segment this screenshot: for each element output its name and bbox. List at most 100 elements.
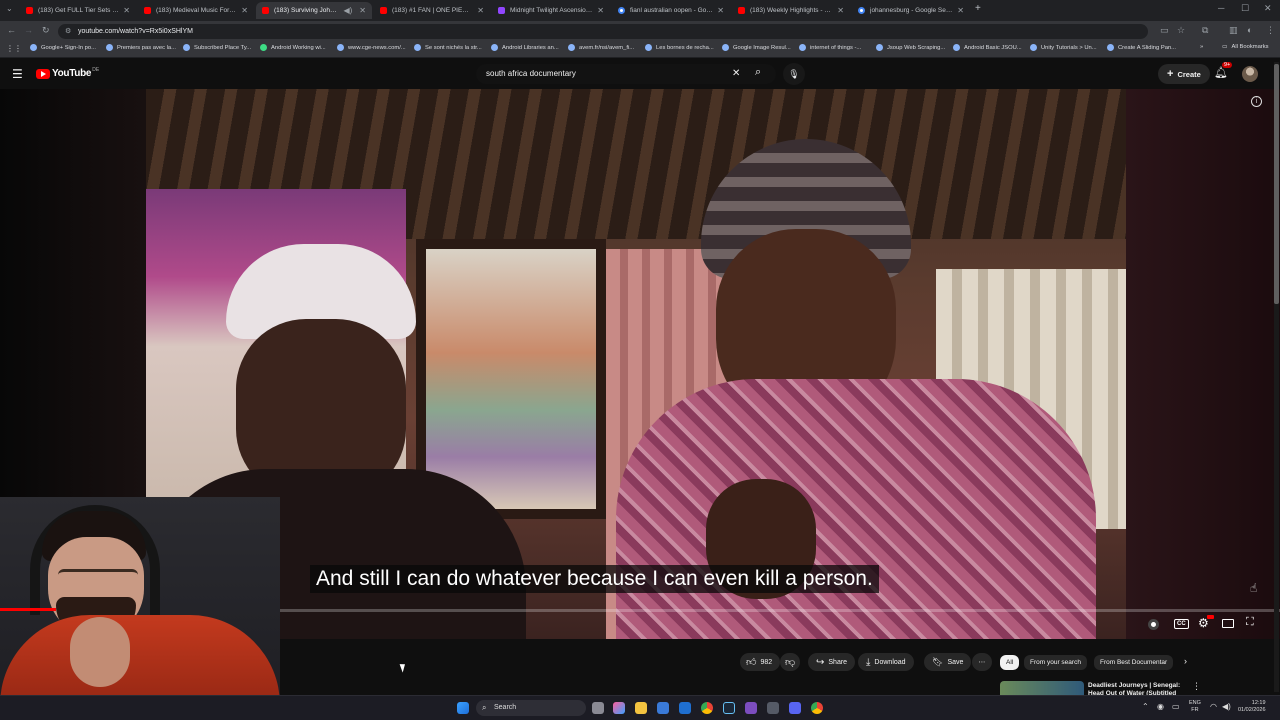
bookmark-item[interactable]: internet of things -... bbox=[799, 44, 861, 51]
bookmark-item[interactable]: Google Image Resul... bbox=[722, 44, 791, 51]
file-explorer-icon[interactable] bbox=[635, 702, 647, 714]
windows-start-icon[interactable] bbox=[457, 702, 469, 714]
chrome-alt-icon[interactable] bbox=[811, 702, 823, 714]
autoplay-toggle-icon[interactable] bbox=[1148, 619, 1159, 630]
browser-tab[interactable]: (183) #1 FAN | ONE PIECE | Rea ✕ bbox=[374, 2, 490, 19]
bookmark-item[interactable]: Subscribed Place Ty... bbox=[183, 44, 251, 51]
new-tab-button[interactable]: + bbox=[975, 3, 981, 14]
browser-menu-icon[interactable]: ⋮ bbox=[1266, 25, 1275, 36]
tab-close-icon[interactable]: ✕ bbox=[241, 6, 248, 15]
more-actions-button[interactable]: ⋯ bbox=[972, 653, 992, 671]
tab-close-icon[interactable]: ✕ bbox=[359, 6, 366, 15]
bookmark-item[interactable]: Android Basic JSOU... bbox=[953, 44, 1022, 51]
back-icon[interactable]: ← bbox=[7, 25, 16, 35]
tab-audio-icon[interactable]: ◀) bbox=[343, 6, 352, 15]
window-minimize-button[interactable]: ─ bbox=[1218, 3, 1224, 13]
theater-mode-icon[interactable] bbox=[1222, 619, 1234, 628]
search-input[interactable]: south africa documentary ✕ bbox=[476, 64, 776, 84]
bookmark-star-icon[interactable]: ☆ bbox=[1177, 25, 1185, 36]
video-info-icon[interactable]: i bbox=[1251, 96, 1262, 107]
bookmark-item[interactable]: Android Working wi... bbox=[260, 44, 326, 51]
download-button[interactable]: ⤓ Download bbox=[858, 653, 914, 671]
chip-all[interactable]: All bbox=[1000, 655, 1020, 670]
apps-icon[interactable]: ⋮⋮ bbox=[6, 44, 22, 53]
bookmark-item[interactable]: Android Libraries an... bbox=[491, 44, 559, 51]
browser-tab[interactable]: (183) Medieval Music For Focus ✕ bbox=[138, 2, 254, 19]
chips-next-icon[interactable]: › bbox=[1184, 656, 1187, 666]
tray-overflow-icon[interactable]: ⌃ bbox=[1142, 702, 1149, 711]
bookmark-item[interactable]: Unity Tutorials > Un... bbox=[1030, 44, 1097, 51]
store-icon[interactable] bbox=[657, 702, 669, 714]
share-button[interactable]: ↪ Share bbox=[808, 653, 856, 671]
voice-search-icon[interactable]: 🎙︎ bbox=[783, 63, 805, 85]
hamburger-menu-icon[interactable]: ☰ bbox=[12, 67, 23, 81]
clear-search-icon[interactable]: ✕ bbox=[732, 64, 740, 84]
save-button[interactable]: 🔖︎ Save bbox=[924, 653, 972, 671]
tab-close-icon[interactable]: ✕ bbox=[597, 6, 604, 15]
all-bookmarks-button[interactable]: ▭ All Bookmarks bbox=[1222, 44, 1269, 50]
bookmarks-overflow-icon[interactable]: » bbox=[1200, 44, 1203, 50]
avatar[interactable] bbox=[1242, 66, 1258, 82]
create-button[interactable]: + Create bbox=[1158, 64, 1210, 84]
address-bar[interactable]: ⚙ youtube.com/watch?v=Rx5i0xSHlYM bbox=[58, 24, 1148, 39]
bookmark-item[interactable]: Jsoup Web Scraping... bbox=[876, 44, 945, 51]
steam-icon[interactable] bbox=[723, 702, 735, 714]
profile-icon[interactable]: ◐ bbox=[1247, 25, 1252, 35]
window-close-button[interactable]: ✕ bbox=[1264, 3, 1272, 14]
browser-tab-active[interactable]: (183) Surviving Johannesb ◀) ✕ bbox=[256, 2, 372, 19]
discord-icon[interactable] bbox=[789, 702, 801, 714]
chip-from-best-documentaries[interactable]: From Best Documentar bbox=[1094, 655, 1174, 670]
visual-studio-icon[interactable] bbox=[745, 702, 757, 714]
tab-close-icon[interactable]: ✕ bbox=[123, 6, 130, 15]
bookmark-item[interactable]: www.cge-news.com/... bbox=[337, 44, 406, 51]
browser-tab[interactable]: fianl australian oopen - Google ✕ bbox=[612, 2, 730, 19]
forward-icon[interactable]: → bbox=[24, 25, 33, 35]
sidebar-icon[interactable]: ▥ bbox=[1229, 25, 1238, 36]
cast-icon[interactable]: ▭ bbox=[1160, 25, 1169, 36]
tray-drive-icon[interactable]: ▭ bbox=[1172, 702, 1180, 711]
recommended-thumbnail[interactable] bbox=[1000, 681, 1084, 695]
recommended-more-icon[interactable]: ⋮ bbox=[1192, 681, 1201, 692]
bookmark-item[interactable]: avem.fr/nsi/avem_fi... bbox=[568, 44, 634, 51]
taskbar-search[interactable]: ⌕ Search bbox=[476, 700, 586, 716]
page-scrollbar[interactable] bbox=[1274, 62, 1279, 692]
page-scrollbar-thumb[interactable] bbox=[1274, 64, 1279, 304]
dislike-button[interactable]: 👎︎ bbox=[780, 653, 801, 671]
app-icon[interactable] bbox=[767, 702, 779, 714]
youtube-logo[interactable]: YouTube DE bbox=[36, 67, 99, 79]
window-maximize-button[interactable]: ☐ bbox=[1241, 3, 1249, 14]
browser-tab[interactable]: (183) Weekly Highlights - Highl ✕ bbox=[732, 2, 850, 19]
recommended-title[interactable]: Deadliest Journeys | Senegal: Head Out o… bbox=[1088, 682, 1184, 695]
outlook-icon[interactable] bbox=[679, 702, 691, 714]
bookmark-item[interactable]: Se sont nichés la str... bbox=[414, 44, 482, 51]
bookmark-item[interactable]: Les bornes de recha... bbox=[645, 44, 714, 51]
tab-title: (183) Medieval Music For Focus bbox=[156, 7, 237, 14]
tab-close-icon[interactable]: ✕ bbox=[837, 6, 844, 15]
browser-tab[interactable]: Midnight Twilight Ascension Pe ✕ bbox=[492, 2, 610, 19]
like-button[interactable]: 👍︎ 982 bbox=[740, 653, 781, 671]
wifi-icon[interactable]: ◠ bbox=[1210, 702, 1217, 711]
bookmark-item[interactable]: Google+ Sign-In po... bbox=[30, 44, 96, 51]
clock[interactable]: 12:19 01/02/2026 bbox=[1238, 700, 1266, 714]
browser-tab[interactable]: (183) Get FULL Tier Sets FAST fr ✕ bbox=[20, 2, 136, 19]
extensions-icon[interactable]: ⧉ bbox=[1202, 25, 1208, 36]
chrome-icon[interactable] bbox=[701, 702, 713, 714]
task-view-icon[interactable] bbox=[592, 702, 604, 714]
site-info-icon[interactable]: ⚙ bbox=[65, 24, 71, 39]
volume-icon[interactable]: ◀) bbox=[1222, 702, 1231, 711]
copilot-icon[interactable] bbox=[613, 702, 625, 714]
fullscreen-icon[interactable]: ⛶ bbox=[1246, 616, 1254, 629]
search-icon[interactable]: ⌕ bbox=[755, 66, 761, 79]
language-indicator[interactable]: ENG FR bbox=[1189, 700, 1201, 714]
browser-tab[interactable]: johannesburg - Google Search ✕ bbox=[852, 2, 970, 19]
captions-icon[interactable]: CC bbox=[1174, 619, 1189, 629]
bookmark-item[interactable]: Premiers pas avec la... bbox=[106, 44, 176, 51]
reload-icon[interactable]: ↻ bbox=[42, 25, 50, 36]
tab-close-icon[interactable]: ✕ bbox=[477, 6, 484, 15]
tab-close-icon[interactable]: ✕ bbox=[957, 6, 964, 15]
chip-from-your-search[interactable]: From your search bbox=[1024, 655, 1087, 670]
tab-search-icon[interactable]: ⌄ bbox=[6, 4, 13, 13]
bookmark-item[interactable]: Create A Sliding Pan... bbox=[1107, 44, 1176, 51]
tab-close-icon[interactable]: ✕ bbox=[717, 6, 724, 15]
tray-app-icon[interactable]: ◉ bbox=[1157, 702, 1164, 711]
